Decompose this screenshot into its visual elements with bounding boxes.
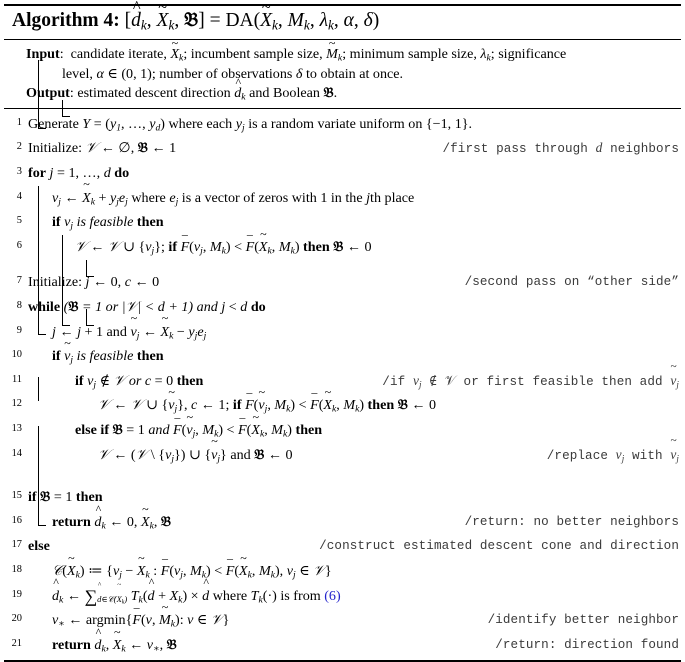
line-content: 𝒱 ← (𝒱 \ {vj}) ∪ {v ~ j} and 𝔅 ← 0 [98, 434, 293, 465]
line-number: 9 [16, 324, 22, 336]
algorithm-line-20: 20 v∗ ← argmin{F ‒ (v, M ~ k): v ∈ 𝒱} /ident… [0, 601, 685, 633]
indent-elbow-line14 [86, 309, 94, 326]
algorithm-line-18: 18 𝒞(X ~ k) ≔ {vj − X ~ k : F ‒ (vj, Mk) < F ‒(… [0, 552, 685, 584]
algorithm-line-15: 15 if 𝔅 = 1 then [0, 485, 685, 510]
line-number: 13 [11, 422, 22, 434]
input-line-2: level, α ∈ (0, 1); number of observation… [62, 65, 404, 82]
algorithm-line-2: 2 Initialize: 𝒱 ← ∅, 𝔅 ← 1 /first pass t… [0, 136, 685, 161]
algorithm-line-4: 4 vj ← X ~ k + yjej where ej is a vector o… [0, 178, 685, 211]
line-number: 6 [16, 239, 22, 251]
output-label: Output [26, 84, 70, 101]
line-number: 20 [11, 613, 22, 625]
line-comment: /identify better neighbor [487, 613, 679, 628]
line-number: 7 [16, 275, 22, 287]
algorithm-keyword: Algorithm 4: [12, 10, 120, 31]
line-number: 2 [16, 141, 22, 153]
line-number: 17 [11, 539, 22, 551]
algorithm-line-19: 19 d ^ k ← ∑d ^ ∈𝒞(X ~ k) Tk(d ^ + Xk) × d ^ whe… [0, 576, 685, 609]
output-line: Output: estimated descent direction d ^ k … [26, 75, 338, 103]
line-content: if 𝔅 = 1 then [28, 489, 103, 506]
indent-bar-if15 [38, 377, 39, 401]
algorithm-body: 1 Generate Y = (y1, …, yd) where each yj… [0, 60, 685, 658]
algorithm-line-11: 11 if vj ∉ 𝒱 or c = 0 then /if vj ∉ 𝒱 or… [0, 361, 685, 394]
indent-bar-inner-if [62, 235, 63, 325]
line-content: Initialize: 𝒱 ← ∅, 𝔅 ← 1 [28, 140, 177, 157]
io-block: Input: candidate iterate, X ~ k; incumbent… [0, 36, 685, 106]
line-number: 12 [11, 398, 22, 410]
indent-bar-else [38, 426, 39, 525]
line-number: 3 [16, 166, 22, 177]
line-number: 18 [11, 563, 22, 575]
line-number: 19 [11, 588, 22, 600]
algorithm-line-1: 1 Generate Y = (y1, …, yd) where each yj… [0, 112, 685, 137]
line-number: 21 [11, 637, 22, 649]
algorithm-line-6: 6 𝒱 ← 𝒱 ∪ {vj}; if F ‒ (vj, Mk) < F ‒ (X ~ k, … [0, 228, 685, 260]
indent-elbow-line6 [62, 100, 70, 117]
line-content: for j = 1, …, d do [28, 165, 130, 181]
line-comment: /construct estimated descent cone and di… [319, 539, 679, 554]
algorithm-line-5: 5 if vj is feasible then [0, 210, 685, 235]
algorithm-signature: [d ^ k, X ~ k, 𝔅] = DA(X ~ k, Mk, λk, α, δ) [124, 0, 380, 33]
input-line-1: Input: candidate iterate, X ~ k; incumbent… [26, 36, 567, 64]
algorithm-line-13: 13 else if 𝔅 = 1 and F ‒ (v ~ j, Mk) < F ‒ (X ~… [0, 411, 685, 443]
algorithm-line-7: 7 Initialize: j ← 0, c ← 0 /second pass … [0, 270, 685, 295]
line-number: 16 [11, 514, 22, 526]
line-content: while (𝔅 = 1 or |𝒱| < d + 1) and j < d d… [28, 298, 266, 315]
line-comment: /return: direction found [495, 637, 679, 652]
line-content: return d ^ k, X ~ k ← v∗, 𝔅 [52, 624, 177, 655]
line-comment: /return: no better neighbors [464, 514, 679, 529]
algorithm-line-3: 3 for j = 1, …, d do [0, 161, 685, 186]
indent-foot-inner-if [62, 325, 70, 326]
line-content: else [28, 538, 50, 555]
input-label: Input [26, 45, 60, 62]
equation-reference-link[interactable]: (6) [324, 588, 340, 604]
line-number: 15 [11, 490, 22, 502]
line-number: 5 [16, 215, 22, 227]
line-content: 𝒱 ← 𝒱 ∪ {vj}; if F ‒ (vj, Mk) < F ‒ (X ~ k, Mk… [75, 226, 372, 257]
algorithm-title: Algorithm 4: [d ^ k, X ~ k, 𝔅] = DA(X ~ k, Mk,… [0, 0, 685, 37]
line-number: 8 [16, 299, 22, 311]
line-number: 4 [16, 190, 22, 202]
line-comment: /first pass through d neighbors [442, 140, 679, 157]
indent-elbow-line12 [86, 260, 94, 277]
line-number: 14 [11, 447, 22, 459]
algorithm-line-10: 10 if v ~ j is feasible then [0, 337, 685, 369]
algorithm-line-17: 17 else /construct estimated descent con… [0, 534, 685, 559]
algorithm-line-16: 16 return d ^ k ← 0, X ~ k, 𝔅 /return: no be… [0, 503, 685, 535]
algorithm-block: Algorithm 4: [d ^ k, X ~ k, 𝔅] = DA(X ~ k, Mk,… [0, 0, 685, 662]
line-number: 10 [11, 349, 22, 361]
indent-bar-for [38, 60, 39, 128]
line-number: 11 [11, 373, 22, 385]
indent-foot-else [38, 525, 46, 526]
algorithm-line-21: 21 return d ^ k, X ~ k ← v∗, 𝔅 /return: dire… [0, 626, 685, 658]
indent-foot-for [38, 128, 46, 129]
line-number: 1 [16, 116, 22, 128]
line-comment: /second pass on “other side” [464, 275, 679, 290]
indent-bar-while [38, 186, 39, 334]
algorithm-line-9: 9 j ← j + 1 and v ~ j ← X ~ k − yjej [0, 312, 685, 345]
algorithm-line-8: 8 while (𝔅 = 1 or |𝒱| < d + 1) and j < d… [0, 295, 685, 320]
line-comment: /replace vj with v ~ j [546, 434, 679, 463]
algorithm-line-14: 14 𝒱 ← (𝒱 \ {vj}) ∪ {v ~ j} and 𝔅 ← 0 /rep… [0, 434, 685, 468]
algorithm-line-12: 12 𝒱 ← 𝒱 ∪ {v ~ j}, c ← 1; if F ‒ (v ~ j, Mk) … [0, 386, 685, 418]
